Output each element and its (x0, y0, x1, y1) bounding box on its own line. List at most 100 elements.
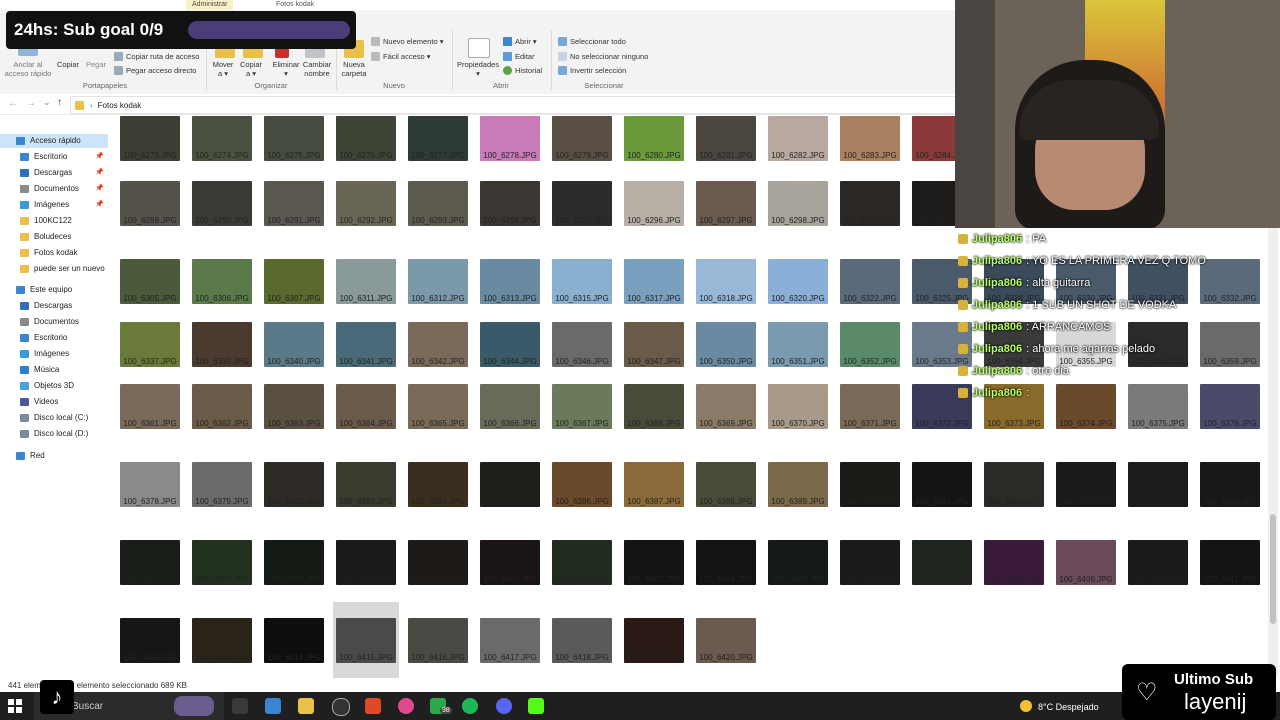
file-name-label[interactable]: 100_6412.JPG (112, 653, 188, 662)
file-name-label[interactable]: 100_6363.JPG (256, 419, 332, 428)
file-name-label[interactable]: 100_6407.JPG (904, 575, 980, 584)
file-name-label[interactable]: 100_6361.JPG (112, 419, 188, 428)
kick-icon[interactable] (528, 698, 544, 714)
file-name-label[interactable]: 100_6368.JPG (616, 419, 692, 428)
nav-item[interactable]: Disco local (D:) (0, 427, 108, 441)
cambiar-nombre-button[interactable]: Cambiar nombre (301, 60, 333, 78)
file-name-label[interactable]: 100_6376.JPG (1192, 419, 1268, 428)
back-arrow-icon[interactable]: ← (8, 98, 18, 109)
copiar-ruta-button[interactable]: Copiar ruta de acceso (114, 52, 199, 61)
file-name-label[interactable]: 100_6274.JPG (184, 151, 260, 160)
pegar-button[interactable]: Pegar (84, 60, 108, 69)
copiar-a-button[interactable]: Copiar a ▾ (238, 60, 264, 78)
file-name-label[interactable]: 100_6342.JPG (400, 357, 476, 366)
file-name-label[interactable]: 100_6393.JPG (1048, 497, 1124, 506)
file-name-label[interactable]: 100_6408.JPG (976, 575, 1052, 584)
file-name-label[interactable]: 100_6352.JPG (832, 357, 908, 366)
file-name-label[interactable]: 100_6275.JPG (256, 151, 332, 160)
file-name-label[interactable]: 100_6378.JPG (112, 497, 188, 506)
file-name-label[interactable]: 100_6298.JPG (760, 216, 836, 225)
nav-item[interactable]: Fotos kodak (0, 246, 108, 260)
nav-item[interactable]: Boludeces (0, 230, 108, 244)
nav-item[interactable]: Documentos (0, 315, 108, 329)
file-name-label[interactable]: 100_6311.JPG (328, 294, 404, 303)
facil-acceso-button[interactable]: Fácil acceso ▾ (371, 52, 431, 61)
file-name-label[interactable]: 100_6320.JPG (760, 294, 836, 303)
file-name-label[interactable]: 100_6383.JPG (328, 497, 404, 506)
brave-icon[interactable] (365, 698, 381, 714)
file-name-label[interactable]: 100_6382.JPG (256, 497, 332, 506)
file-name-label[interactable]: 100_6398.JPG (256, 575, 332, 584)
file-name-label[interactable]: 100_6318.JPG (688, 294, 764, 303)
nav-item[interactable]: 100KC122 (0, 214, 108, 228)
file-name-label[interactable]: 100_6294.JPG (472, 216, 548, 225)
file-name-label[interactable]: 100_6420.JPG (688, 653, 764, 662)
obs-icon[interactable] (332, 698, 350, 716)
file-name-label[interactable]: 100_6305.JPG (112, 294, 188, 303)
nav-item[interactable]: Red (0, 449, 108, 463)
file-name-label[interactable]: 100_6312.JPG (400, 294, 476, 303)
file-name-label[interactable]: 100_6392.JPG (976, 497, 1052, 506)
mover-button[interactable]: Mover a ▾ (210, 60, 236, 78)
file-name-label[interactable]: 100_6347.JPG (616, 357, 692, 366)
file-name-label[interactable]: 100_6409.JPG (1048, 575, 1124, 584)
file-name-label[interactable]: 100_6291.JPG (256, 216, 332, 225)
file-name-label[interactable]: 100_6403.JPG (616, 575, 692, 584)
file-name-label[interactable]: 100_6388.JPG (688, 497, 764, 506)
forward-arrow-icon[interactable]: → (26, 98, 36, 109)
abrir-button[interactable]: Abrir ▾ (503, 37, 537, 46)
nav-item[interactable]: Escritorio 📌 (0, 150, 108, 164)
file-name-label[interactable]: 100_6315.JPG (544, 294, 620, 303)
file-name-label[interactable]: 100_6375.JPG (1120, 419, 1196, 428)
file-name-label[interactable]: 100_6344.JPG (472, 357, 548, 366)
file-name-label[interactable]: 100_6404.JPG (688, 575, 764, 584)
tab-fotos-kodak[interactable]: Fotos kodak (270, 0, 320, 10)
file-name-label[interactable]: 100_6402.JPG (544, 575, 620, 584)
eliminar-button[interactable]: Eliminar ▾ (270, 60, 302, 78)
file-name-label[interactable]: 100_6296.JPG (616, 216, 692, 225)
file-name-label[interactable]: 100_6297.JPG (688, 216, 764, 225)
file-name-label[interactable]: 100_6306.JPG (184, 294, 260, 303)
file-name-label[interactable]: 100_6367.JPG (544, 419, 620, 428)
nav-item[interactable]: Descargas 📌 (0, 166, 108, 180)
file-name-label[interactable]: 100_6397.JPG (184, 575, 260, 584)
file-name-label[interactable]: 100_6351.JPG (760, 357, 836, 366)
file-name-label[interactable]: 100_6283.JPG (832, 151, 908, 160)
file-name-label[interactable]: 100_6417.JPG (472, 653, 548, 662)
file-name-label[interactable]: 100_6307.JPG (256, 294, 332, 303)
file-name-label[interactable]: 100_6340.JPG (256, 357, 332, 366)
file-name-label[interactable]: 100_6372.JPG (904, 419, 980, 428)
file-name-label[interactable]: 100_6280.JPG (616, 151, 692, 160)
file-name-label[interactable]: 100_6400.JPG (400, 575, 476, 584)
file-name-label[interactable]: 100_6337.JPG (112, 357, 188, 366)
file-name-label[interactable]: 100_6374.JPG (1048, 419, 1124, 428)
discord-icon[interactable] (496, 698, 512, 714)
pegar-acceso-button[interactable]: Pegar acceso directo (114, 66, 196, 75)
file-name-label[interactable]: 100_6401.JPG (472, 575, 548, 584)
seleccionar-todo-button[interactable]: Seleccionar todo (558, 37, 626, 46)
nav-item[interactable]: Disco local (C:) (0, 411, 108, 425)
file-name-label[interactable]: 100_6289.JPG (112, 216, 188, 225)
file-name-label[interactable]: 100_6356.JPG (1120, 357, 1196, 366)
file-name-label[interactable]: 100_6276.JPG (328, 151, 404, 160)
file-name-label[interactable]: 100_6406.JPG (832, 575, 908, 584)
file-name-label[interactable]: 100_6292.JPG (328, 216, 404, 225)
file-name-label[interactable]: 100_6322.JPG (832, 294, 908, 303)
file-name-label[interactable]: 100_6369.JPG (688, 419, 764, 428)
file-name-label[interactable]: 100_6384.JPG (400, 497, 476, 506)
file-name-label[interactable]: 100_6386.JPG (544, 497, 620, 506)
file-name-label[interactable]: 100_6313.JPG (472, 294, 548, 303)
nav-item[interactable]: Videos (0, 395, 108, 409)
file-name-label[interactable]: 100_6405.JPG (760, 575, 836, 584)
editar-button[interactable]: Editar (503, 52, 535, 61)
file-name-label[interactable]: 100_6350.JPG (688, 357, 764, 366)
file-name-label[interactable]: 100_6410.JPG (1120, 575, 1196, 584)
recent-chevron-icon[interactable]: ⌄ (43, 97, 51, 108)
historial-button[interactable]: Historial (503, 66, 542, 75)
file-name-label[interactable]: 100_6341.JPG (328, 357, 404, 366)
file-name-label[interactable]: 100_6273.JPG (112, 151, 188, 160)
file-name-label[interactable]: 100_6413.JPG (184, 653, 260, 662)
file-name-label[interactable]: 100_6293.JPG (400, 216, 476, 225)
file-name-label[interactable]: 100_6415.JPG (328, 653, 404, 662)
propiedades-button[interactable]: Propiedades ▾ (455, 60, 501, 78)
